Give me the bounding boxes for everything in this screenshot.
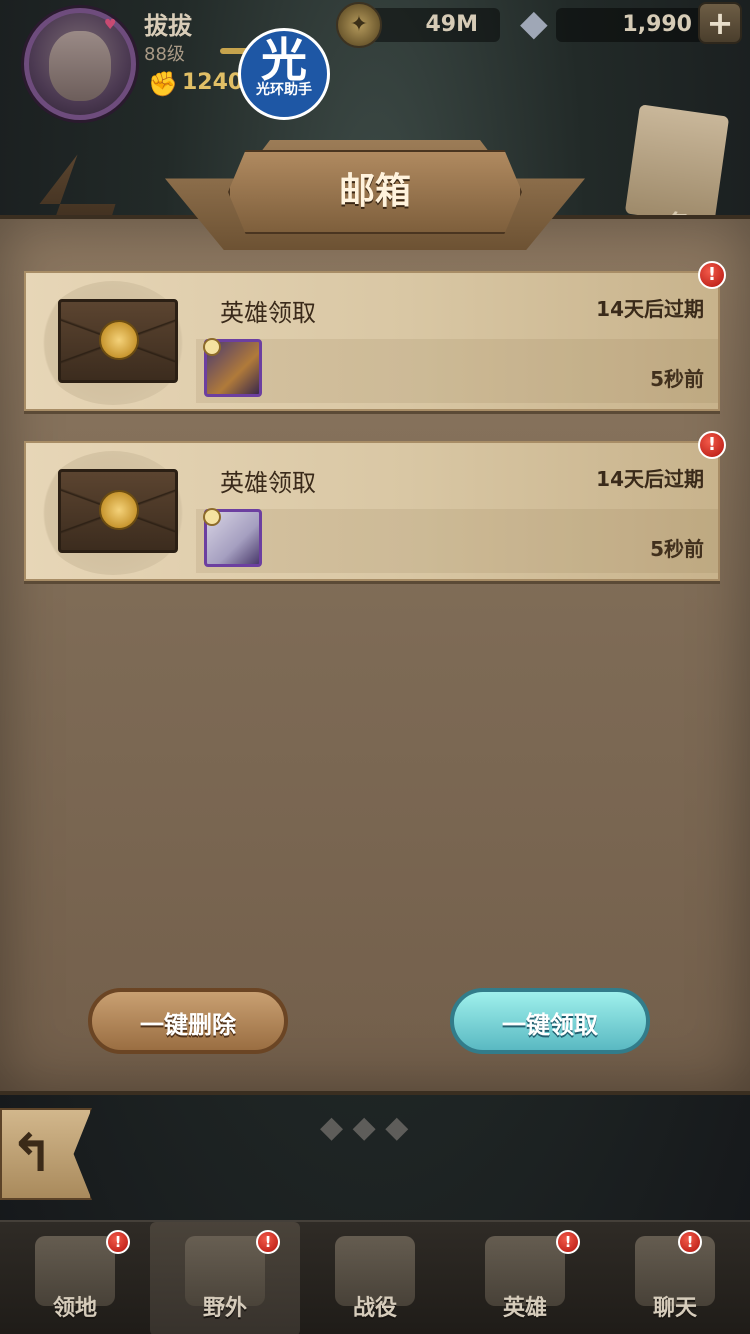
heart-icon: ♥ <box>104 17 117 33</box>
mail-received-time: 5秒前 <box>650 367 704 391</box>
mail-expiry: 14天后过期 <box>596 297 704 321</box>
gem-amount: 1,990 <box>556 8 704 42</box>
mail-expiry: 14天后过期 <box>596 467 704 491</box>
nav-label: 聊天 <box>652 1296 697 1321</box>
avatar-photo <box>49 31 111 101</box>
claim-all-button[interactable]: 一键领取 <box>450 988 650 1054</box>
mail-item[interactable]: 英雄领取 14天后过期 5秒前 ! <box>24 431 726 581</box>
add-gems-button[interactable]: + <box>698 2 742 44</box>
hero-reward-icon[interactable] <box>203 508 262 567</box>
faction-badge-icon <box>203 508 221 526</box>
delete-all-button[interactable]: 一键删除 <box>88 988 288 1054</box>
gold-coin-icon: ✦ <box>336 2 382 48</box>
envelope-icon <box>58 469 178 553</box>
nav-label: 英雄 <box>502 1296 547 1321</box>
envelope-icon <box>58 299 178 383</box>
fist-icon: ✊ <box>148 70 178 98</box>
faction-badge-icon <box>203 338 221 356</box>
nav-item-territory[interactable]: 领地 ! <box>0 1222 150 1334</box>
nav-item-heroes[interactable]: 英雄 ! <box>450 1222 600 1334</box>
wax-seal-icon <box>99 490 139 530</box>
power-value: 1240 <box>182 70 244 95</box>
player-level: 88级 <box>144 44 185 65</box>
mail-item[interactable]: 英雄领取 14天后过期 5秒前 ! <box>24 261 726 411</box>
alert-badge: ! <box>698 431 726 459</box>
watermark-glyph: 光 <box>261 33 307 87</box>
alert-badge: ! <box>556 1230 580 1254</box>
alert-badge: ! <box>256 1230 280 1254</box>
player-name: 拔拔 <box>144 12 192 40</box>
nav-item-chat[interactable]: 聊天 ! <box>600 1222 750 1334</box>
alert-badge: ! <box>678 1230 702 1254</box>
mailbox-panel: 英雄领取 14天后过期 5秒前 ! 英雄领取 14天后过期 5秒前 ! <box>0 215 750 1095</box>
mail-subject: 英雄领取 <box>220 469 316 497</box>
nav-label: 野外 <box>202 1296 247 1321</box>
diamond-icon: ◆ <box>520 3 548 44</box>
bottom-nav: 领地 ! 野外 ! 战役 英雄 ! 聊天 ! <box>0 1220 750 1334</box>
nav-item-wilds[interactable]: 野外 ! <box>150 1222 300 1334</box>
gold-amount: 49M <box>370 8 500 42</box>
watermark-logo: 光 光环助手 <box>238 28 330 120</box>
rocks-decoration: ◆ ◆ ◆ <box>320 1110 409 1145</box>
mail-subject: 英雄领取 <box>220 299 316 327</box>
page-title: 邮箱 <box>338 171 411 212</box>
player-avatar[interactable]: ♥ <box>24 8 136 120</box>
back-arrow-icon: ↰ <box>10 1124 54 1184</box>
nav-label: 战役 <box>352 1296 397 1321</box>
alert-badge: ! <box>698 261 726 289</box>
mail-received-time: 5秒前 <box>650 537 704 561</box>
watermark-text: 光环助手 <box>256 82 312 98</box>
nav-item-campaign[interactable]: 战役 <box>300 1222 450 1334</box>
hero-reward-icon[interactable] <box>203 338 262 397</box>
wax-seal-icon <box>99 320 139 360</box>
alert-badge: ! <box>106 1230 130 1254</box>
top-bar: ♥ 拔拔 88级 ✊ 1240 49M ✦ 1,990 ◆ + <box>0 0 750 120</box>
nav-label: 领地 <box>52 1296 97 1321</box>
